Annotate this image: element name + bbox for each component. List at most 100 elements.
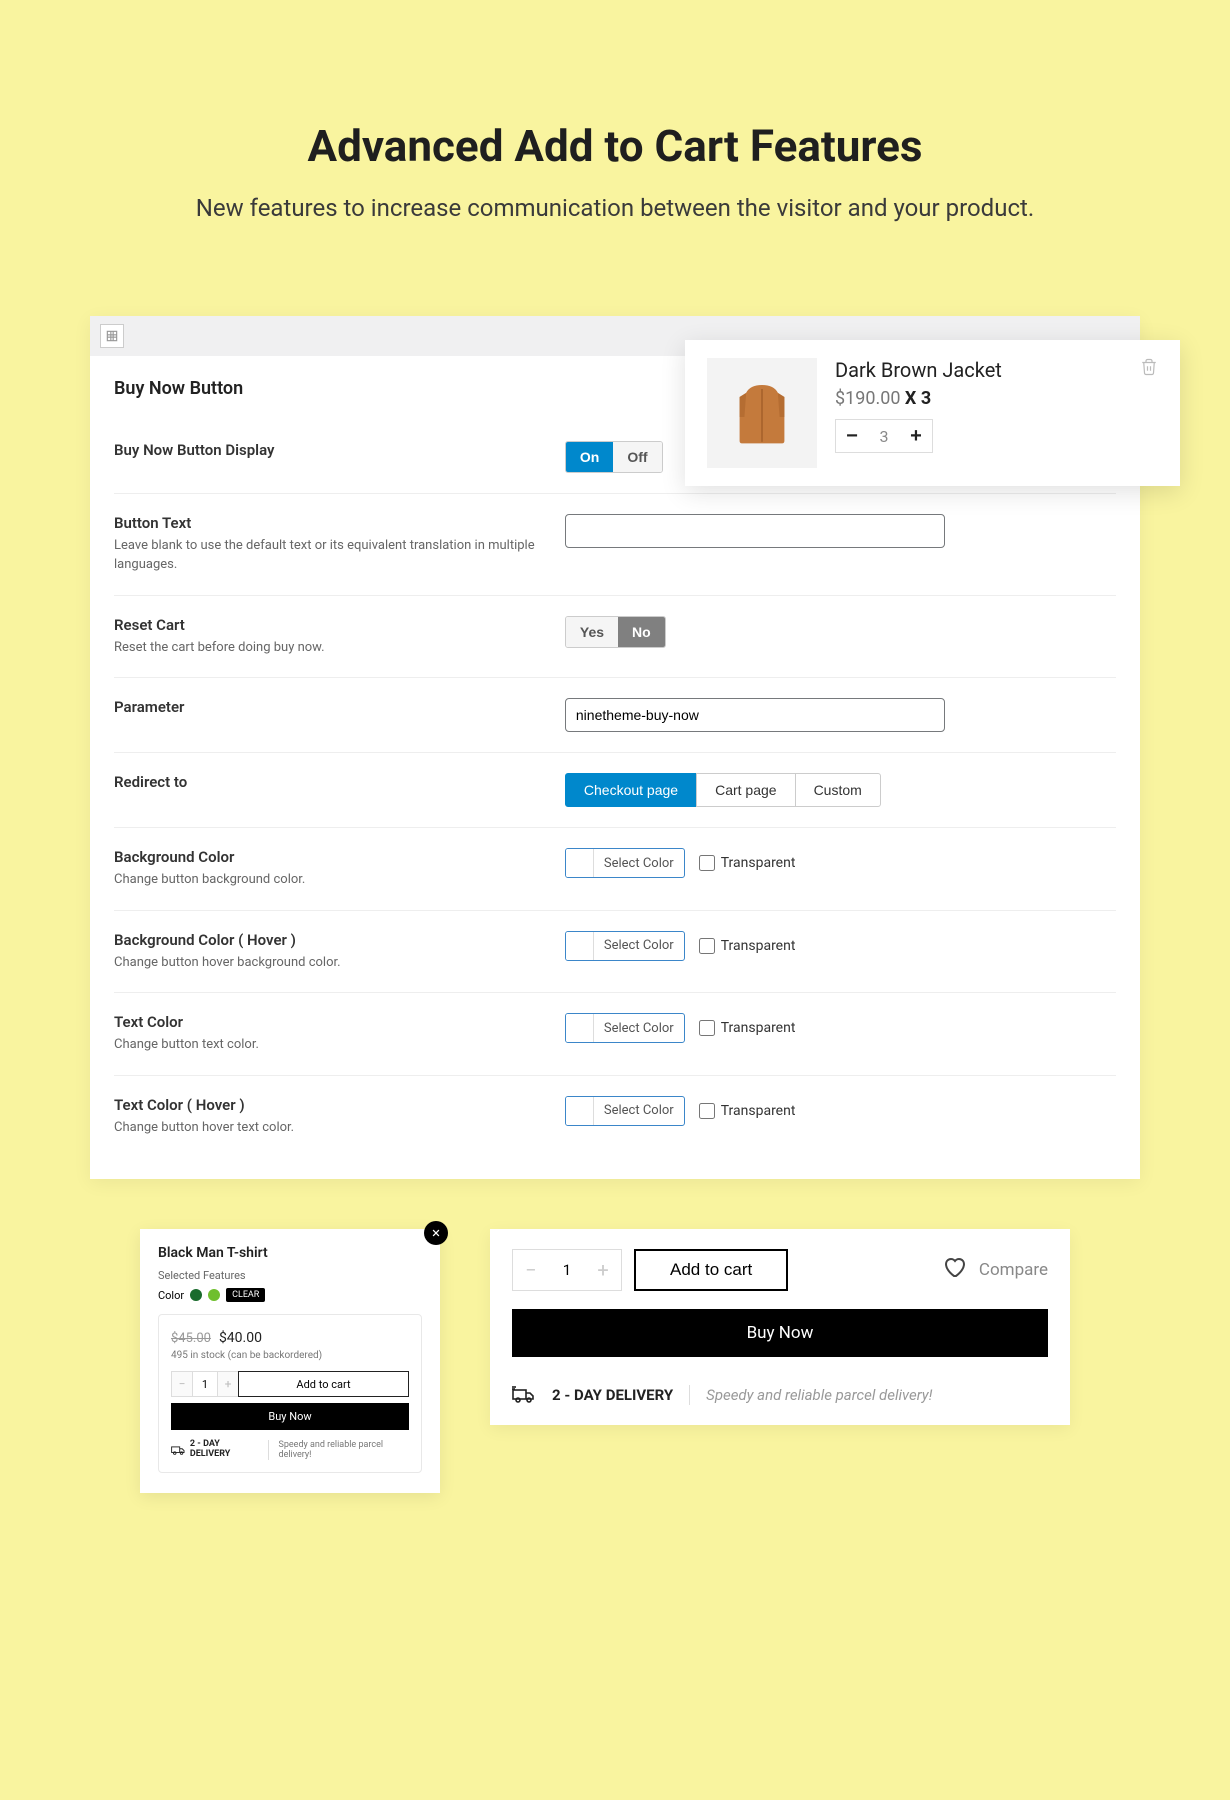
color-swatch [566,1097,594,1125]
color-swatch [566,1014,594,1042]
row-bg-color: Background Color Change button backgroun… [114,828,1116,911]
selected-features-label: Selected Features [158,1269,422,1282]
redirect-custom[interactable]: Custom [795,773,881,807]
button-text-input[interactable] [565,514,945,548]
color-swatch-green-light[interactable] [208,1289,220,1301]
row-text-color: Text Color Change button text color. Sel… [114,993,1116,1076]
color-picker-label: Select Color [594,938,684,953]
field-description: Leave blank to use the default text or i… [114,536,535,575]
text-color-picker[interactable]: Select Color [565,1013,685,1043]
transparent-checkbox-label[interactable]: Transparent [699,1020,796,1036]
transparent-checkbox[interactable] [699,938,715,954]
qty-increment[interactable]: + [585,1250,621,1290]
color-swatch-green-dark[interactable] [190,1289,202,1301]
qty-value: 3 [868,427,900,446]
clear-button[interactable]: CLEAR [226,1288,265,1302]
delivery-description: Speedy and reliable parcel delivery! [706,1386,932,1404]
delivery-label: 2 - DAY DELIVERY [190,1440,258,1460]
jacket-icon [722,373,802,453]
field-description: Change button text color. [114,1035,535,1055]
close-button[interactable] [424,1221,448,1245]
quantity-stepper: − 3 + [835,419,933,453]
field-description: Reset the cart before doing buy now. [114,638,535,658]
field-label: Button Text [114,514,535,532]
field-label: Buy Now Button Display [114,441,535,459]
field-label: Background Color ( Hover ) [114,931,535,949]
price-new: $40.00 [219,1330,262,1346]
color-picker-label: Select Color [594,1103,684,1118]
pricing-box: $45.00 $40.00 495 in stock (can be backo… [158,1314,422,1473]
price-old: $45.00 [171,1331,211,1346]
parameter-input[interactable] [565,698,945,732]
row-reset-cart: Reset Cart Reset the cart before doing b… [114,596,1116,679]
drag-handle[interactable] [100,324,124,348]
bg-color-hover-picker[interactable]: Select Color [565,931,685,961]
trash-icon [1140,358,1158,376]
grid-icon [105,329,119,343]
qty-decrement-button[interactable]: − [836,420,868,452]
divider [689,1385,690,1405]
qty-value: 1 [193,1371,217,1397]
add-to-cart-button[interactable]: Add to cart [634,1249,788,1291]
toggle-yes[interactable]: Yes [566,617,618,647]
variant-color-row: Color CLEAR [158,1288,422,1302]
hero-section: Advanced Add to Cart Features New featur… [0,120,1230,226]
compare-link[interactable]: Compare [979,1260,1048,1280]
redirect-cart[interactable]: Cart page [696,773,795,807]
divider [268,1440,269,1460]
wishlist-button[interactable] [941,1255,967,1286]
stock-text: 495 in stock (can be backordered) [171,1350,409,1361]
quick-view-modal-preview: Black Man T-shirt Selected Features Colo… [140,1229,440,1493]
delivery-info: 2 - DAY DELIVERY Speedy and reliable par… [171,1440,409,1460]
transparent-checkbox-label[interactable]: Transparent [699,855,796,871]
buy-now-button[interactable]: Buy Now [512,1309,1048,1357]
transparent-checkbox-label[interactable]: Transparent [699,1103,796,1119]
buy-now-button[interactable]: Buy Now [171,1403,409,1430]
row-redirect: Redirect to Checkout page Cart page Cust… [114,753,1116,828]
toggle-no[interactable]: No [618,617,665,647]
field-label: Text Color ( Hover ) [114,1096,535,1114]
transparent-checkbox[interactable] [699,1020,715,1036]
row-button-text: Button Text Leave blank to use the defau… [114,494,1116,596]
qty-decrement[interactable]: − [513,1250,549,1290]
delivery-description: Speedy and reliable parcel delivery! [279,1440,410,1460]
row-text-color-hover: Text Color ( Hover ) Change button hover… [114,1076,1116,1158]
text-color-hover-picker[interactable]: Select Color [565,1096,685,1126]
qty-increment-button[interactable]: + [900,420,932,452]
redirect-checkout[interactable]: Checkout page [565,773,697,807]
product-thumbnail [707,358,817,468]
color-picker-label: Select Color [594,856,684,871]
field-label: Text Color [114,1013,535,1031]
qty-increment[interactable]: + [217,1371,239,1397]
remove-item-button[interactable] [1140,358,1158,380]
display-toggle: On Off [565,441,663,473]
row-bg-color-hover: Background Color ( Hover ) Change button… [114,911,1116,994]
product-title: Black Man T-shirt [158,1245,422,1261]
qty-decrement[interactable]: − [171,1371,193,1397]
add-to-cart-button[interactable]: Add to cart [238,1371,409,1397]
product-actions-preview: − 1 + Add to cart Compare Buy Now 2 - DA… [490,1229,1070,1425]
actions-top-row: − 1 + Add to cart Compare [512,1249,1048,1291]
toggle-on[interactable]: On [566,442,613,472]
toggle-off[interactable]: Off [613,442,661,472]
transparent-checkbox[interactable] [699,855,715,871]
color-swatch [566,849,594,877]
truck-icon [171,1444,186,1456]
field-description: Change button hover text color. [114,1118,535,1138]
truck-icon [512,1386,536,1404]
qty-value: 1 [549,1250,585,1290]
cart-item-title: Dark Brown Jacket [835,358,1122,382]
page-subtitle: New features to increase communication b… [0,192,1230,226]
bg-color-picker[interactable]: Select Color [565,848,685,878]
field-label: Reset Cart [114,616,535,634]
page-title: Advanced Add to Cart Features [0,120,1230,172]
transparent-checkbox[interactable] [699,1103,715,1119]
delivery-label: 2 - DAY DELIVERY [552,1386,673,1404]
qty-row: − 1 + Add to cart [171,1371,409,1397]
transparent-checkbox-label[interactable]: Transparent [699,938,796,954]
reset-cart-toggle: Yes No [565,616,666,648]
color-picker-label: Select Color [594,1021,684,1036]
row-parameter: Parameter [114,678,1116,753]
delivery-info: 2 - DAY DELIVERY Speedy and reliable par… [512,1385,1048,1405]
field-description: Change button background color. [114,870,535,890]
